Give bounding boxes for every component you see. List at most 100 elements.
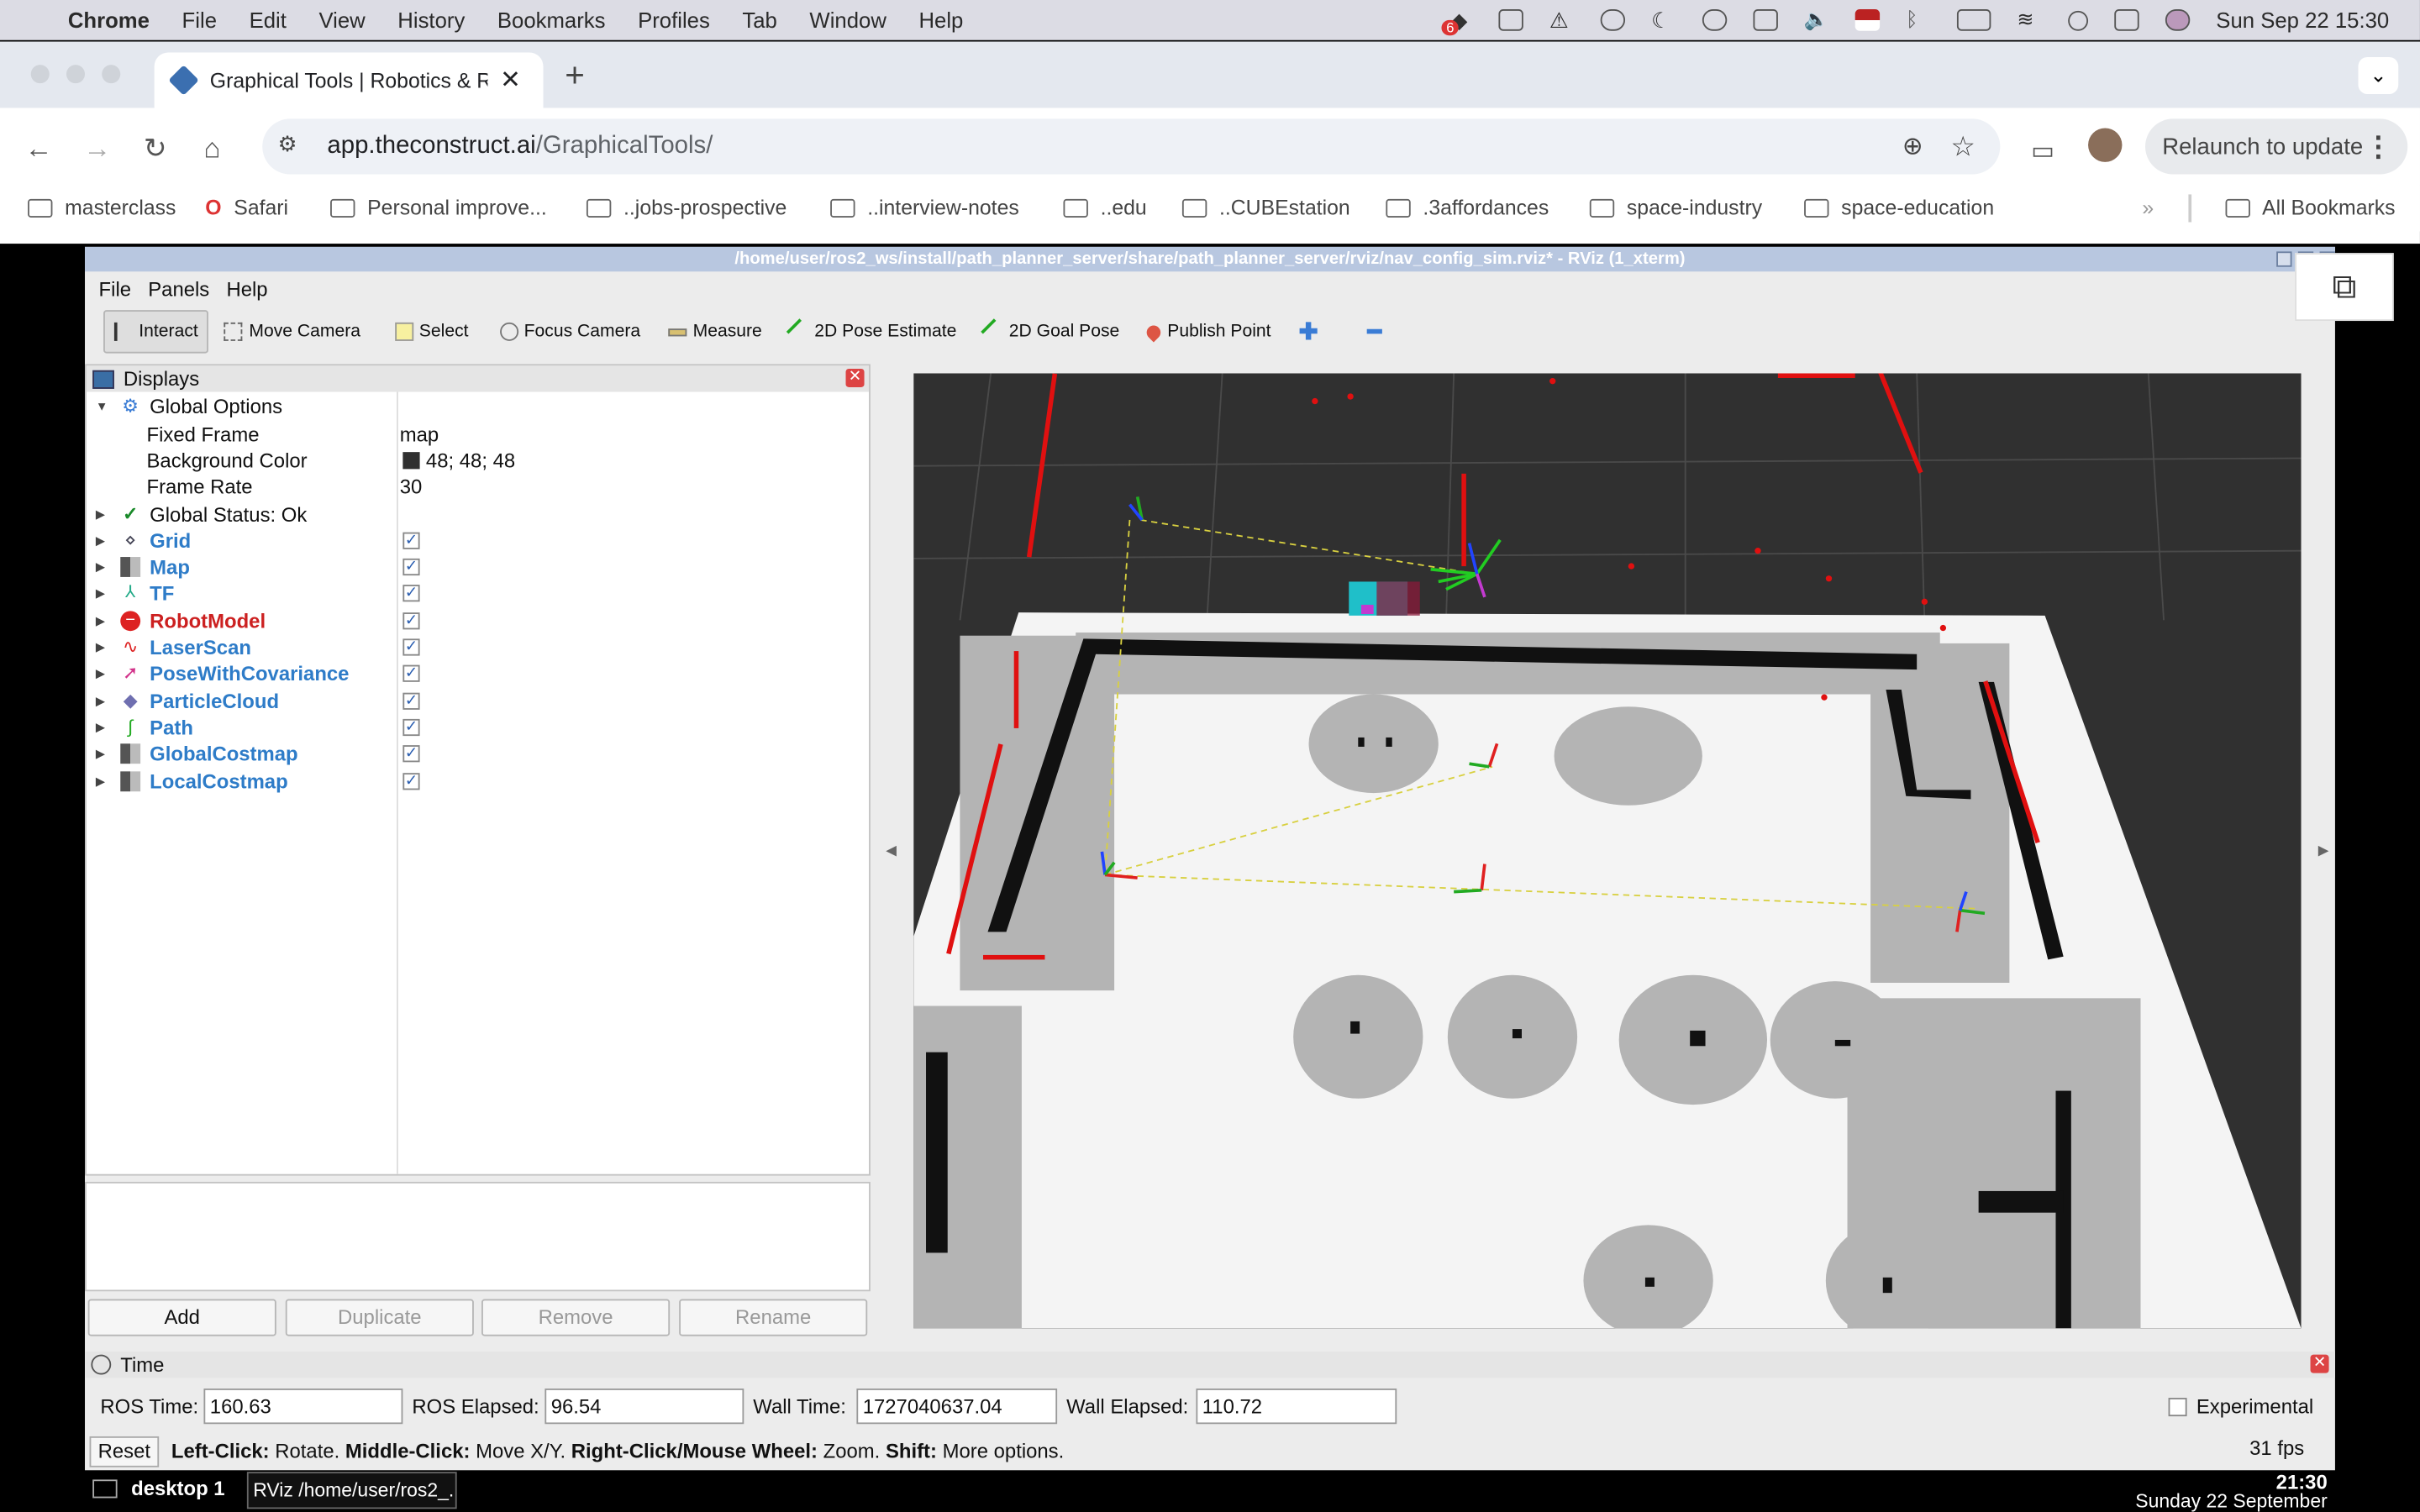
warning-icon[interactable]: ⚠	[1549, 9, 1574, 31]
wall-elapsed-field[interactable]: 110.72	[1196, 1389, 1397, 1425]
play-icon[interactable]	[1600, 9, 1625, 31]
rename-button[interactable]: Rename	[679, 1299, 868, 1336]
tool-focus-camera[interactable]: Focus Camera	[490, 310, 650, 353]
enable-checkbox[interactable]: ✓	[402, 559, 420, 576]
bookmark-safari[interactable]: O Safari	[205, 196, 288, 219]
menu-bookmarks[interactable]: Bookmarks	[497, 8, 606, 32]
zoom-icon[interactable]: ⊕	[1902, 131, 1923, 162]
menu-help[interactable]: Help	[918, 8, 963, 32]
cast-icon[interactable]: ▭	[2031, 136, 2054, 167]
menu-view[interactable]: View	[318, 8, 365, 32]
tool-move-camera[interactable]: Move Camera	[215, 310, 370, 353]
enable-checkbox[interactable]: ✓	[402, 638, 420, 656]
desktop-switcher[interactable]: desktop 1	[92, 1477, 225, 1499]
tool-2d-pose-estimate[interactable]: 2D Pose Estimate	[781, 310, 965, 353]
menu-app-chrome[interactable]: Chrome	[68, 8, 150, 32]
expand-arrow-icon[interactable]: ▶	[96, 721, 105, 735]
display-row-robotmodel[interactable]: ▶ − RobotModel ✓	[87, 607, 869, 634]
tool-interact[interactable]: Interact	[103, 310, 209, 354]
battery-icon[interactable]	[1956, 9, 1991, 31]
reload-icon[interactable]: ↻	[144, 133, 167, 165]
display-row-particlecloud[interactable]: ▶ ◆ ParticleCloud ✓	[87, 687, 869, 714]
bookmark-cubestation[interactable]: ..CUBEstation	[1181, 196, 1350, 219]
bookmark-interview[interactable]: ..interview-notes	[830, 196, 1019, 219]
tree-row-global-options[interactable]: ▼ ⚙ Global Options	[87, 393, 869, 420]
siri-icon[interactable]	[2165, 9, 2191, 31]
expand-arrow-icon[interactable]: ▶	[96, 667, 105, 681]
rviz-menu-panels[interactable]: Panels	[148, 277, 209, 301]
remove-tool-button[interactable]: ━	[1358, 310, 1391, 353]
tool-2d-goal-pose[interactable]: 2D Goal Pose	[975, 310, 1128, 353]
property-value[interactable]: 30	[400, 475, 423, 499]
bookmark-space-industry[interactable]: space-industry	[1589, 196, 1762, 219]
enable-checkbox[interactable]: ✓	[402, 532, 420, 549]
enable-checkbox[interactable]: ✓	[402, 718, 420, 736]
collapse-left-icon[interactable]: ◀	[886, 843, 897, 859]
time-machine-icon[interactable]	[1702, 9, 1728, 31]
bookmark-masterclass[interactable]: masterclass	[28, 196, 176, 219]
display-row-globalcostmap[interactable]: ▶ GlobalCostmap ✓	[87, 741, 869, 768]
rviz-menu-file[interactable]: File	[99, 277, 131, 301]
collapse-arrow-icon[interactable]: ▼	[96, 400, 108, 414]
site-settings-icon[interactable]: ⚙	[278, 131, 312, 162]
tree-row-frame-rate[interactable]: Frame Rate 30	[87, 474, 869, 501]
bookmark-jobs[interactable]: ..jobs-prospective	[586, 196, 786, 219]
minimize-icon[interactable]	[2276, 251, 2292, 267]
menu-tab[interactable]: Tab	[742, 8, 776, 32]
enable-checkbox[interactable]: ✓	[402, 665, 420, 683]
enable-checkbox[interactable]: ✓	[402, 612, 420, 629]
volume-icon[interactable]: 🔈	[1804, 8, 1829, 31]
expand-arrow-icon[interactable]: ▶	[96, 640, 105, 654]
flag-icon[interactable]	[1854, 9, 1880, 31]
expand-arrow-icon[interactable]: ▶	[96, 587, 105, 601]
duplicate-button[interactable]: Duplicate	[285, 1299, 474, 1336]
control-center-icon[interactable]	[2114, 9, 2139, 31]
enable-checkbox[interactable]: ✓	[402, 692, 420, 710]
property-value[interactable]: map	[400, 423, 439, 446]
back-icon[interactable]: ←	[24, 133, 52, 165]
display-row-map[interactable]: ▶ Map ✓	[87, 554, 869, 580]
bookmark-edu[interactable]: ..edu	[1063, 196, 1147, 219]
home-icon[interactable]: ⌂	[203, 133, 220, 165]
bookmark-affordances[interactable]: .3affordances	[1386, 196, 1549, 219]
all-bookmarks[interactable]: All Bookmarks	[2225, 196, 2396, 219]
relaunch-button[interactable]: Relaunch to update ⋮	[2145, 118, 2408, 175]
display-row-grid[interactable]: ▶ ⋄ Grid ✓	[87, 528, 869, 554]
display-row-localcostmap[interactable]: ▶ LocalCostmap ✓	[87, 768, 869, 795]
address-bar[interactable]: ⚙ app.theconstruct.ai/GraphicalTools/ ⊕ …	[262, 118, 2001, 175]
enable-checkbox[interactable]: ✓	[402, 585, 420, 603]
remove-button[interactable]: Remove	[481, 1299, 671, 1336]
expand-arrow-icon[interactable]: ▶	[96, 774, 105, 788]
rviz-menu-help[interactable]: Help	[226, 277, 267, 301]
expand-arrow-icon[interactable]: ▶	[96, 560, 105, 575]
close-panel-icon[interactable]: ✕	[2310, 1354, 2329, 1373]
experimental-checkbox[interactable]	[2168, 1397, 2187, 1416]
menu-edit[interactable]: Edit	[250, 8, 287, 32]
tab-search-button[interactable]: ⌄	[2358, 56, 2399, 95]
close-tab-icon[interactable]: ✕	[500, 65, 521, 96]
tool-publish-point[interactable]: Publish Point	[1138, 310, 1280, 353]
wifi-icon[interactable]: ≋	[2017, 8, 2041, 31]
3d-viewport[interactable]	[913, 373, 2302, 1329]
forward-icon[interactable]: →	[83, 133, 111, 165]
menu-window[interactable]: Window	[809, 8, 886, 32]
display-row-posewithcovariance[interactable]: ▶ ➚ PoseWithCovariance ✓	[87, 660, 869, 687]
status-icon[interactable]	[1498, 9, 1523, 31]
dropbox-icon[interactable]: ◆ 6	[1441, 7, 1468, 35]
menubar-clock[interactable]: Sun Sep 22 15:30	[2216, 8, 2389, 32]
close-panel-icon[interactable]: ✕	[845, 368, 865, 388]
experimental-toggle[interactable]: Experimental	[2168, 1394, 2313, 1418]
tree-row-background-color[interactable]: Background Color 48; 48; 48	[87, 447, 869, 474]
search-icon[interactable]	[2067, 9, 2088, 30]
minimize-window-button[interactable]	[66, 65, 86, 84]
browser-tab[interactable]: Graphical Tools | Robotics & R ✕	[154, 52, 544, 108]
tool-select[interactable]: Select	[385, 310, 477, 353]
expand-arrow-icon[interactable]: ▶	[96, 747, 105, 761]
bookmark-star-icon[interactable]: ☆	[1950, 130, 1975, 163]
taskbar-rviz-item[interactable]: RViz /home/user/ros2_...	[246, 1472, 457, 1509]
profile-avatar[interactable]	[2088, 128, 2123, 162]
tree-row-fixed-frame[interactable]: Fixed Frame map	[87, 421, 869, 448]
display-row-laserscan[interactable]: ▶ ∿ LaserScan ✓	[87, 634, 869, 661]
menu-file[interactable]: File	[182, 8, 217, 32]
bluetooth-icon[interactable]: ᛒ	[1906, 8, 1930, 31]
